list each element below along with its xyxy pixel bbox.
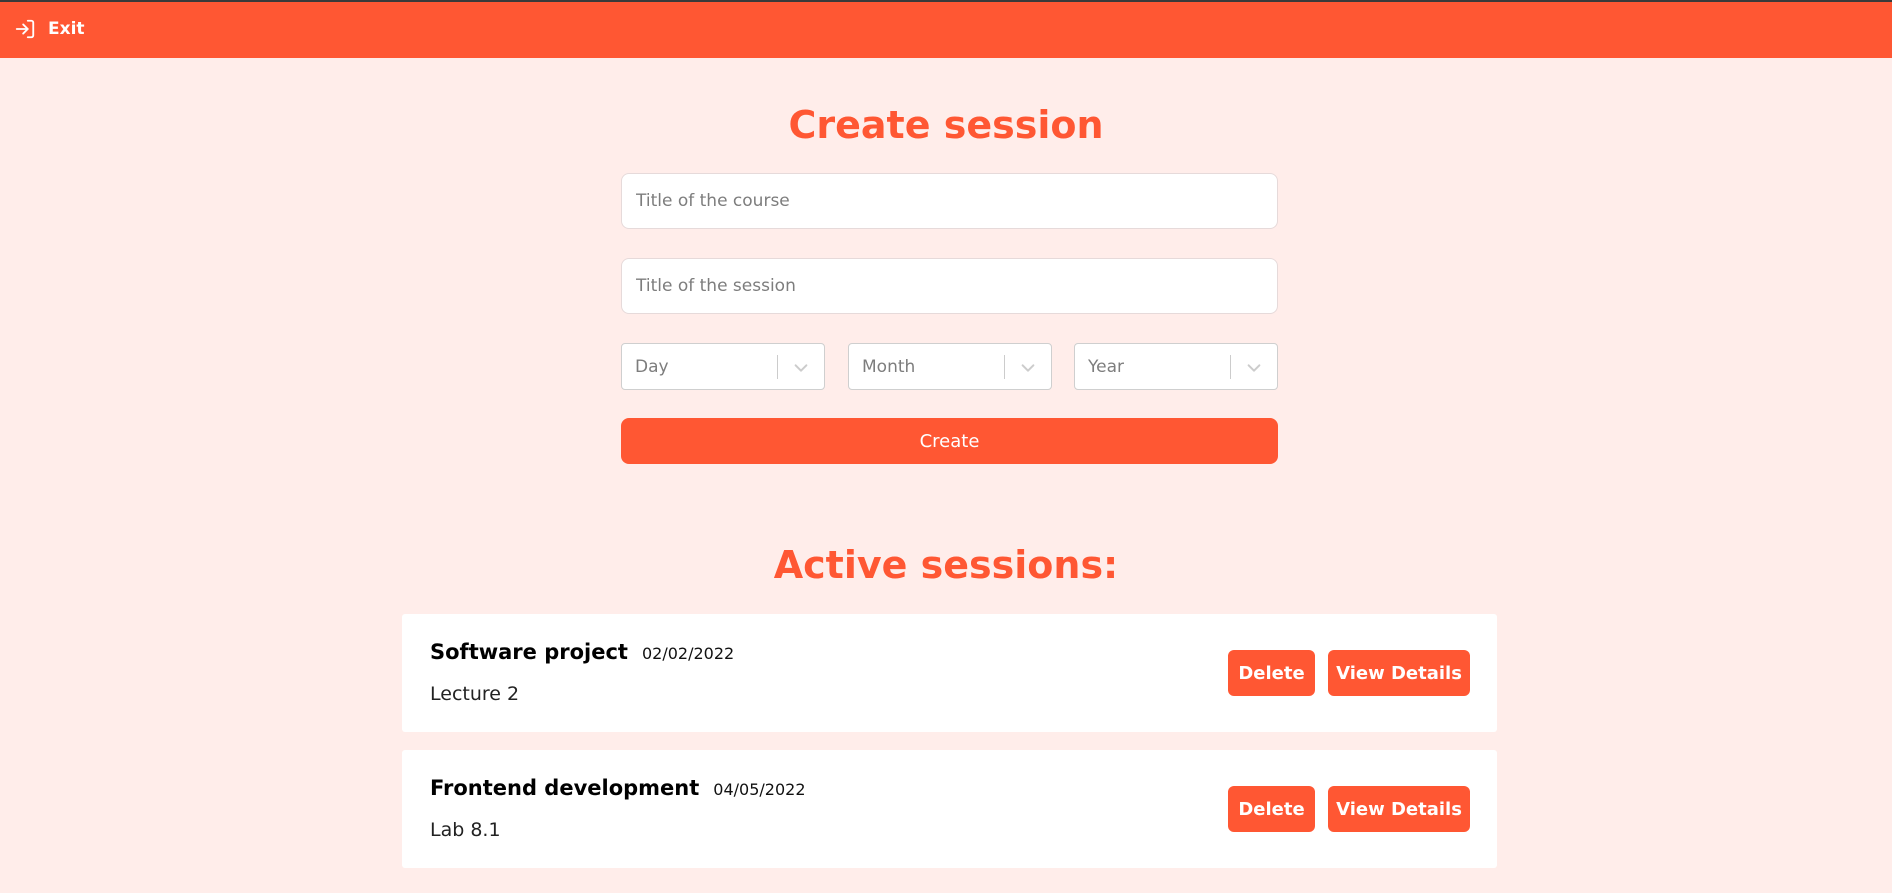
view-details-button[interactable]: View Details [1328, 650, 1470, 696]
session-date: 02/02/2022 [641, 644, 735, 663]
session-title-row: Frontend development 04/05/2022 [430, 776, 806, 800]
chevron-down-icon [1247, 364, 1261, 372]
session-subtitle: Lecture 2 [430, 683, 520, 705]
chevron-down-icon [1021, 364, 1035, 372]
chevron-down-icon [794, 364, 808, 372]
top-bar: Exit [0, 0, 1892, 58]
session-title-input[interactable] [621, 258, 1278, 314]
course-title-input[interactable] [621, 173, 1278, 229]
day-select[interactable]: Day [621, 343, 825, 390]
year-select[interactable]: Year [1074, 343, 1278, 390]
delete-session-button[interactable]: Delete [1228, 786, 1315, 832]
active-sessions-heading: Active sessions: [773, 543, 1119, 587]
create-button[interactable]: Create [621, 418, 1278, 464]
session-course-title: Software project [430, 640, 628, 664]
session-title-row: Software project 02/02/2022 [430, 640, 734, 664]
month-select[interactable]: Month [848, 343, 1052, 390]
session-card: Frontend development 04/05/2022 Lab 8.1 … [402, 750, 1497, 868]
exit-button[interactable]: Exit [14, 18, 85, 40]
day-select-placeholder: Day [635, 357, 669, 377]
exit-label: Exit [48, 19, 85, 39]
session-subtitle: Lab 8.1 [430, 819, 501, 841]
year-select-placeholder: Year [1088, 357, 1124, 377]
session-course-title: Frontend development [430, 776, 700, 800]
select-separator [1230, 355, 1231, 379]
select-separator [777, 355, 778, 379]
session-date: 04/05/2022 [713, 780, 806, 799]
delete-session-button[interactable]: Delete [1228, 650, 1315, 696]
create-session-heading: Create session [788, 103, 1104, 147]
session-card: Software project 02/02/2022 Lecture 2 De… [402, 614, 1497, 732]
month-select-placeholder: Month [862, 357, 916, 377]
sign-in-icon [15, 19, 35, 39]
view-details-button[interactable]: View Details [1328, 786, 1470, 832]
select-separator [1004, 355, 1005, 379]
